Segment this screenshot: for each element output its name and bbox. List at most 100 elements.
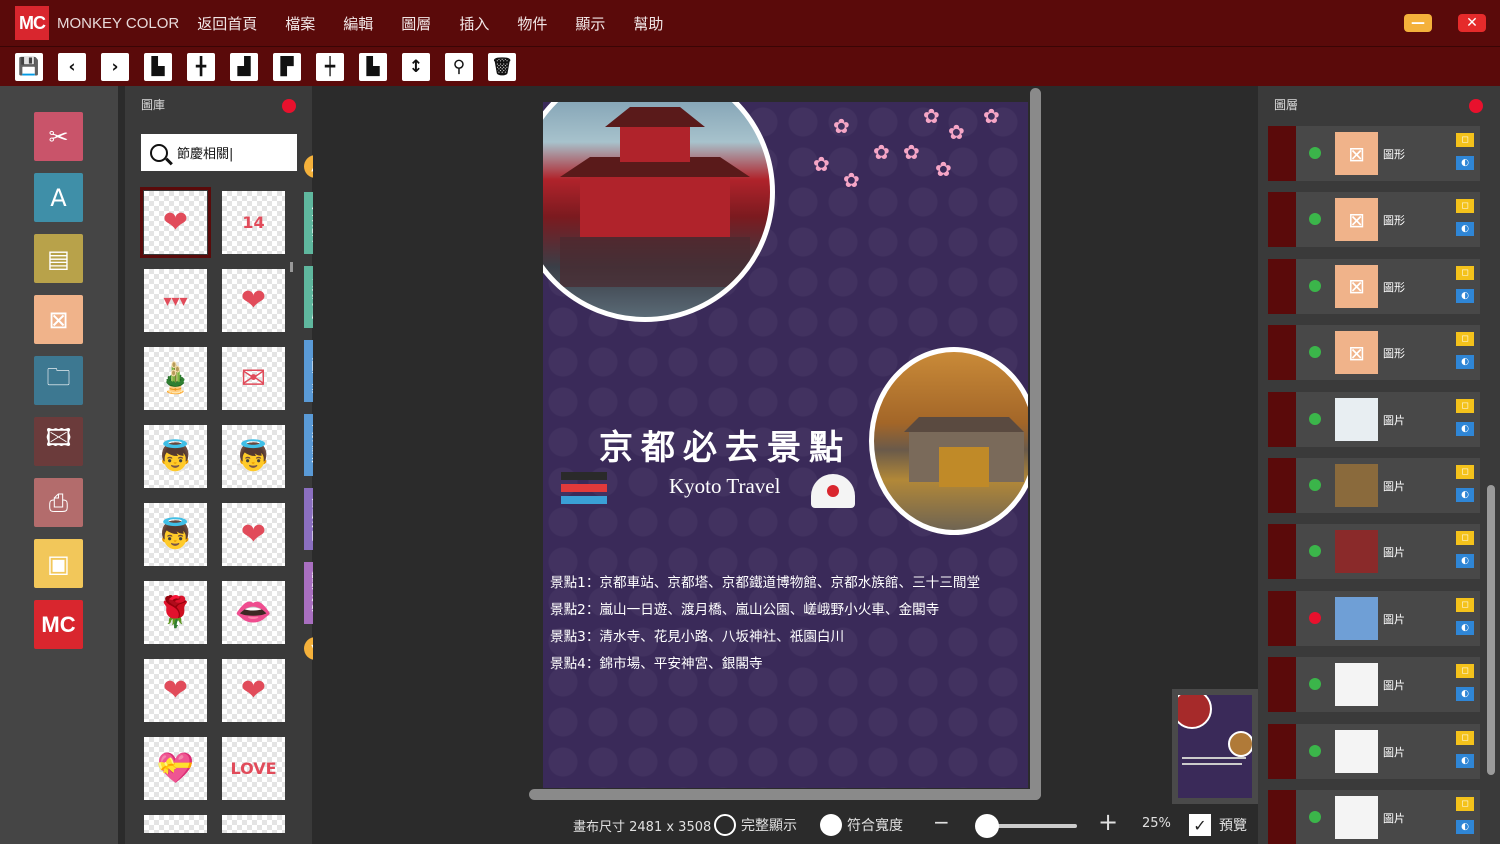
image-tool-icon[interactable]: 🖾 bbox=[34, 417, 83, 466]
layer-lock-icon[interactable]: ◻ bbox=[1456, 531, 1474, 546]
poster-subtitle[interactable]: Kyoto Travel bbox=[669, 474, 780, 499]
redo-button[interactable]: › bbox=[101, 53, 129, 81]
layer-visibility-dot[interactable] bbox=[1309, 678, 1321, 691]
layer-lock-icon[interactable]: ◻ bbox=[1456, 664, 1474, 679]
layer-visibility-dot[interactable] bbox=[1309, 744, 1321, 757]
gallery-item[interactable]: ❤ bbox=[144, 659, 207, 722]
gallery-item[interactable] bbox=[144, 815, 207, 833]
menu-item-1[interactable]: 檔案 bbox=[285, 13, 315, 34]
gallery-item[interactable]: 👼 bbox=[222, 425, 285, 488]
layer-lock-icon[interactable]: ◻ bbox=[1456, 465, 1474, 479]
fit-all-radio[interactable] bbox=[714, 814, 736, 836]
minimize-button[interactable]: — bbox=[1404, 14, 1432, 32]
gallery-item[interactable]: 🎍 bbox=[144, 347, 207, 410]
gallery-scrollbar[interactable] bbox=[290, 262, 293, 272]
layer-lock-icon[interactable]: ◻ bbox=[1456, 398, 1474, 413]
preview-checkbox[interactable]: ✓ bbox=[1189, 814, 1211, 836]
layer-visibility-icon[interactable]: ◐ bbox=[1456, 820, 1474, 834]
menu-item-4[interactable]: 插入 bbox=[459, 13, 489, 34]
canvas-horizontal-scrollbar[interactable] bbox=[529, 789, 1041, 800]
zoom-out-button[interactable]: − bbox=[933, 810, 950, 834]
gallery-search-input[interactable]: 節慶相關| bbox=[141, 134, 297, 171]
layer-lock-icon[interactable]: ◻ bbox=[1456, 265, 1474, 280]
canvas-vertical-scrollbar[interactable] bbox=[1030, 88, 1041, 800]
poster-spot-line[interactable]: 景點1：京都車站、京都塔、京都鐵道博物館、京都水族館、三十三間堂 bbox=[550, 571, 980, 591]
layer-visibility-icon[interactable]: ◐ bbox=[1456, 222, 1474, 237]
layer-row[interactable]: 圖片 ◻ ◐ bbox=[1268, 723, 1480, 779]
layer-lock-icon[interactable]: ◻ bbox=[1456, 730, 1474, 745]
layer-visibility-dot[interactable] bbox=[1309, 147, 1321, 159]
undo-button[interactable]: ‹ bbox=[58, 53, 86, 81]
poster-spot-line[interactable]: 景點4：錦市場、平安神宮、銀閣寺 bbox=[550, 652, 763, 672]
shape-tool-icon[interactable]: ⊠ bbox=[34, 295, 83, 344]
gallery-item[interactable]: ❤ bbox=[222, 659, 285, 722]
zoom-slider-knob[interactable] bbox=[975, 814, 999, 838]
layer-row[interactable]: 圖片 ◻ ◐ bbox=[1268, 524, 1480, 580]
layer-row[interactable]: 圖片 ◻ ◐ bbox=[1268, 590, 1480, 646]
trash-button[interactable]: 🗑 bbox=[488, 53, 516, 81]
save-button[interactable]: 💾 bbox=[15, 53, 43, 81]
gallery-item[interactable]: 💝 bbox=[144, 737, 207, 800]
layer-visibility-dot[interactable] bbox=[1309, 545, 1321, 558]
gallery-item[interactable]: 👄 bbox=[222, 581, 285, 644]
layer-row[interactable]: 圖片 ◻ ◐ bbox=[1268, 391, 1480, 447]
layer-lock-icon[interactable]: ◻ bbox=[1456, 133, 1474, 147]
layer-visibility-icon[interactable]: ◐ bbox=[1456, 554, 1474, 569]
layer-visibility-icon[interactable]: ◐ bbox=[1456, 753, 1474, 768]
gallery-item[interactable]: ✉ bbox=[222, 347, 285, 410]
layer-visibility-icon[interactable]: ◐ bbox=[1456, 687, 1474, 702]
gate-photo[interactable] bbox=[869, 347, 1028, 535]
poster-spot-line[interactable]: 景點3：清水寺、花見小路、八坂神社、祇園白川 bbox=[550, 625, 844, 645]
poster-canvas[interactable]: ✿ ✿ ✿ ✿ ✿ ✿ ✿ ✿ ✿ 京都必去景點 Kyoto Travel 景點… bbox=[543, 102, 1028, 788]
gallery-item[interactable]: 👼 bbox=[144, 425, 207, 488]
layer-lock-icon[interactable]: ◻ bbox=[1456, 332, 1474, 347]
align-top-button[interactable]: ▛ bbox=[273, 53, 301, 81]
menu-item-3[interactable]: 圖層 bbox=[401, 13, 431, 34]
layer-visibility-dot[interactable] bbox=[1309, 611, 1321, 624]
layer-lock-icon[interactable]: ◻ bbox=[1456, 797, 1474, 811]
open-folder-icon[interactable]: 🗀 bbox=[34, 356, 83, 405]
layer-visibility-dot[interactable] bbox=[1309, 279, 1321, 292]
layer-visibility-icon[interactable]: ◐ bbox=[1456, 421, 1474, 436]
gallery-close-dot[interactable] bbox=[282, 99, 296, 113]
menu-item-5[interactable]: 物件 bbox=[517, 13, 547, 34]
layer-visibility-icon[interactable]: ◐ bbox=[1456, 620, 1474, 635]
text-tool-icon[interactable]: A bbox=[34, 173, 83, 222]
layer-row[interactable]: ⊠ 圖形 ◻ ◐ bbox=[1268, 126, 1480, 181]
layer-visibility-icon[interactable]: ◐ bbox=[1456, 288, 1474, 303]
layer-visibility-icon[interactable]: ◐ bbox=[1456, 156, 1474, 170]
layers-scrollbar[interactable] bbox=[1487, 485, 1495, 775]
align-right-button[interactable]: ▟ bbox=[230, 53, 258, 81]
gallery-item[interactable]: 14 bbox=[222, 191, 285, 254]
gallery-item[interactable]: 👼 bbox=[144, 503, 207, 566]
gallery-item[interactable]: ❤ bbox=[222, 503, 285, 566]
layer-lock-icon[interactable]: ◻ bbox=[1456, 199, 1474, 214]
mc-logo-icon[interactable]: MC bbox=[34, 600, 83, 649]
poster-title[interactable]: 京都必去景點 bbox=[599, 420, 851, 469]
layer-row[interactable]: 圖片 ◻ ◐ bbox=[1268, 458, 1480, 513]
align-bottom-button[interactable]: ▙ bbox=[359, 53, 387, 81]
gallery-item[interactable]: LOVE bbox=[222, 737, 285, 800]
align-center-button[interactable]: ╋ bbox=[187, 53, 215, 81]
layer-visibility-dot[interactable] bbox=[1309, 213, 1321, 226]
gallery-item[interactable]: ❤ bbox=[222, 269, 285, 332]
stamp-button[interactable]: ⚲ bbox=[445, 53, 473, 81]
gallery-item[interactable] bbox=[222, 815, 285, 833]
flip-button[interactable]: ↕ bbox=[402, 53, 430, 81]
menu-item-0[interactable]: 返回首頁 bbox=[197, 13, 257, 34]
gallery-item[interactable]: ❤ bbox=[140, 187, 211, 258]
background-tool-icon[interactable]: ▣ bbox=[34, 539, 83, 588]
fit-width-radio[interactable] bbox=[820, 814, 842, 836]
gallery-item[interactable]: ▾▾▾ bbox=[144, 269, 207, 332]
layer-visibility-dot[interactable] bbox=[1309, 412, 1321, 425]
layer-visibility-dot[interactable] bbox=[1309, 479, 1321, 491]
layer-visibility-icon[interactable]: ◐ bbox=[1456, 355, 1474, 370]
layer-row[interactable]: ⊠ 圖形 ◻ ◐ bbox=[1268, 258, 1480, 314]
preview-thumbnail[interactable] bbox=[1172, 689, 1258, 804]
zoom-in-button[interactable]: + bbox=[1098, 808, 1118, 836]
export-tool-icon[interactable]: ⎙ bbox=[34, 478, 83, 527]
layer-row[interactable]: 圖片 ◻ ◐ bbox=[1268, 657, 1480, 713]
close-button[interactable]: ✕ bbox=[1458, 14, 1486, 32]
align-middle-button[interactable]: ┿ bbox=[316, 53, 344, 81]
layer-visibility-icon[interactable]: ◐ bbox=[1456, 488, 1474, 502]
